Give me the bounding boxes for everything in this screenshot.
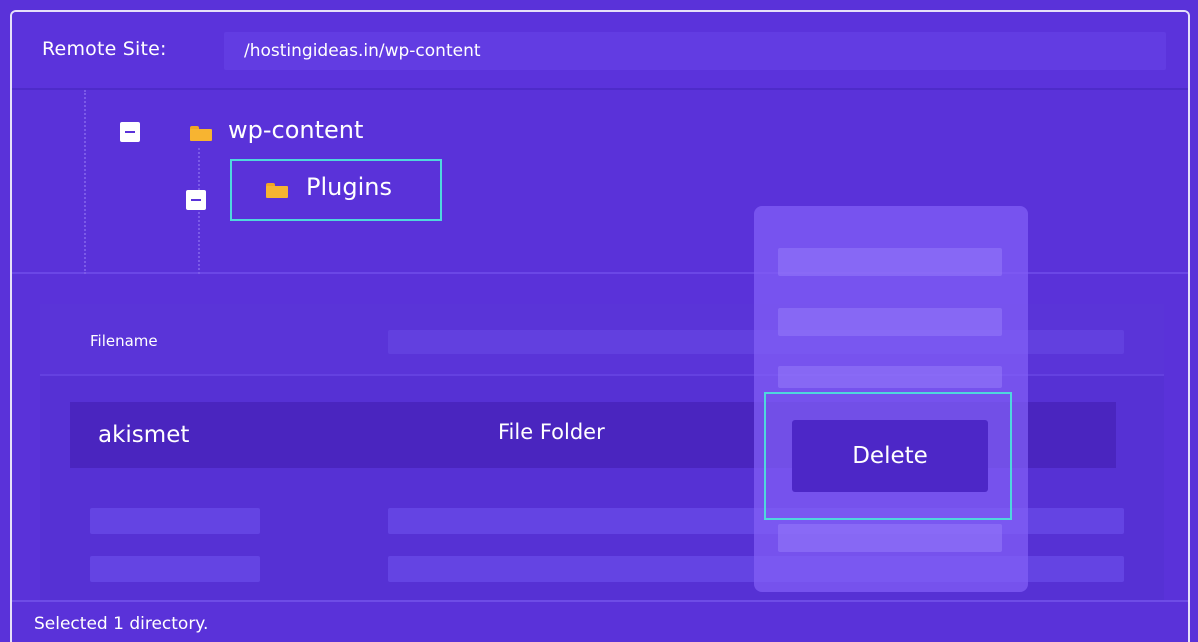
- tree-guide-line: [84, 90, 86, 274]
- column-header-filename[interactable]: Filename: [90, 332, 158, 350]
- tree-node-wp-content[interactable]: wp-content: [228, 116, 363, 144]
- menu-item-placeholder: [778, 308, 1002, 336]
- status-text: Selected 1 directory.: [34, 614, 209, 634]
- folder-icon: [266, 183, 288, 198]
- file-manager-window: Remote Site: /hostingideas.in/wp-content…: [10, 10, 1190, 642]
- file-type: File Folder: [498, 420, 605, 444]
- remote-site-label: Remote Site:: [42, 38, 167, 60]
- remote-site-path-field[interactable]: /hostingideas.in/wp-content: [224, 32, 1166, 70]
- menu-item-placeholder: [778, 248, 1002, 276]
- collapse-toggle-plugins[interactable]: [186, 190, 206, 210]
- menu-item-placeholder: [778, 366, 1002, 388]
- status-bar: Selected 1 directory.: [12, 600, 1188, 642]
- tree-node-plugins: Plugins: [306, 173, 392, 201]
- placeholder-row: [90, 508, 260, 534]
- tree-guide-line: [198, 148, 200, 274]
- placeholder-row: [90, 556, 260, 582]
- context-menu: Delete: [754, 206, 1028, 592]
- file-name: akismet: [98, 422, 190, 448]
- collapse-toggle-wp-content[interactable]: [120, 122, 140, 142]
- folder-icon: [190, 126, 212, 141]
- tree-node-plugins-selected[interactable]: Plugins: [230, 159, 442, 221]
- menu-item-placeholder: [778, 524, 1002, 552]
- remote-site-bar: Remote Site: /hostingideas.in/wp-content: [12, 12, 1188, 90]
- remote-site-path: /hostingideas.in/wp-content: [244, 41, 481, 61]
- minus-icon: [191, 199, 201, 201]
- minus-icon: [125, 131, 135, 133]
- delete-button[interactable]: Delete: [792, 420, 988, 492]
- delete-highlight: Delete: [764, 392, 1012, 520]
